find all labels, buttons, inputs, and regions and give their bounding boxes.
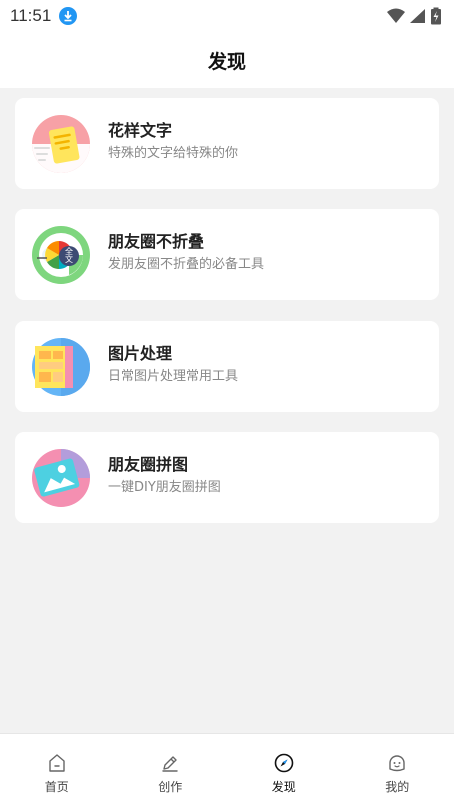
card-subtitle: 特殊的文字给特殊的你 bbox=[108, 146, 239, 161]
page-header: 发现 bbox=[0, 32, 454, 88]
card-subtitle: 日常图片处理常用工具 bbox=[108, 369, 239, 384]
no-fold-icon: 全 文 bbox=[32, 226, 90, 284]
signal-icon bbox=[410, 9, 425, 23]
compass-icon bbox=[274, 753, 294, 773]
tab-mine[interactable]: 我的 bbox=[341, 734, 454, 807]
pencil-icon bbox=[162, 756, 178, 772]
tab-label: 首页 bbox=[44, 780, 69, 794]
tab-label: 我的 bbox=[385, 780, 410, 794]
card-title: 朋友圈不折叠 bbox=[108, 232, 205, 251]
tab-label: 创作 bbox=[158, 780, 183, 794]
card-text: 花样文字 特殊的文字给特殊的你 bbox=[108, 120, 238, 163]
status-time: 11:51 bbox=[10, 6, 52, 25]
status-bar: 11:51 bbox=[0, 0, 454, 32]
card-puzzle[interactable]: 朋友圈拼图 一键DIY朋友圈拼图 bbox=[15, 432, 439, 523]
fancy-text-icon bbox=[32, 115, 90, 173]
icon-text-wen: 文 bbox=[65, 254, 73, 264]
card-fancy-text[interactable]: 花样文字 特殊的文字给特殊的你 bbox=[15, 98, 439, 189]
status-right bbox=[387, 7, 442, 25]
card-title: 花样文字 bbox=[108, 121, 173, 140]
tab-label: 发现 bbox=[271, 780, 296, 794]
image-processing-icon bbox=[32, 338, 90, 396]
tab-home[interactable]: 首页 bbox=[0, 734, 114, 807]
tab-create[interactable]: 创作 bbox=[114, 734, 228, 807]
card-text: 朋友圈不折叠 发朋友圈不折叠的必备工具 bbox=[108, 231, 264, 274]
profile-face-icon bbox=[389, 755, 405, 772]
card-title: 图片处理 bbox=[108, 344, 173, 363]
card-subtitle: 一键DIY朋友圈拼图 bbox=[108, 480, 221, 495]
page-title: 发现 bbox=[207, 50, 246, 73]
download-icon bbox=[59, 7, 78, 25]
card-text: 朋友圈拼图 一键DIY朋友圈拼图 bbox=[108, 454, 221, 497]
battery-icon bbox=[431, 7, 441, 25]
card-image-processing[interactable]: 图片处理 日常图片处理常用工具 bbox=[15, 321, 439, 412]
puzzle-icon bbox=[32, 449, 90, 507]
bottom-tab-bar: 首页 创作 发现 我的 bbox=[0, 733, 454, 807]
tab-discover[interactable]: 发现 bbox=[227, 734, 341, 807]
card-text: 图片处理 日常图片处理常用工具 bbox=[108, 343, 238, 386]
home-icon bbox=[49, 754, 65, 772]
status-left: 11:51 bbox=[10, 6, 78, 26]
card-no-fold[interactable]: 全 文 朋友圈不折叠 发朋友圈不折叠的必备工具 bbox=[15, 209, 439, 300]
card-subtitle: 发朋友圈不折叠的必备工具 bbox=[108, 257, 265, 272]
card-title: 朋友圈拼图 bbox=[108, 455, 189, 474]
wifi-icon bbox=[387, 8, 405, 23]
